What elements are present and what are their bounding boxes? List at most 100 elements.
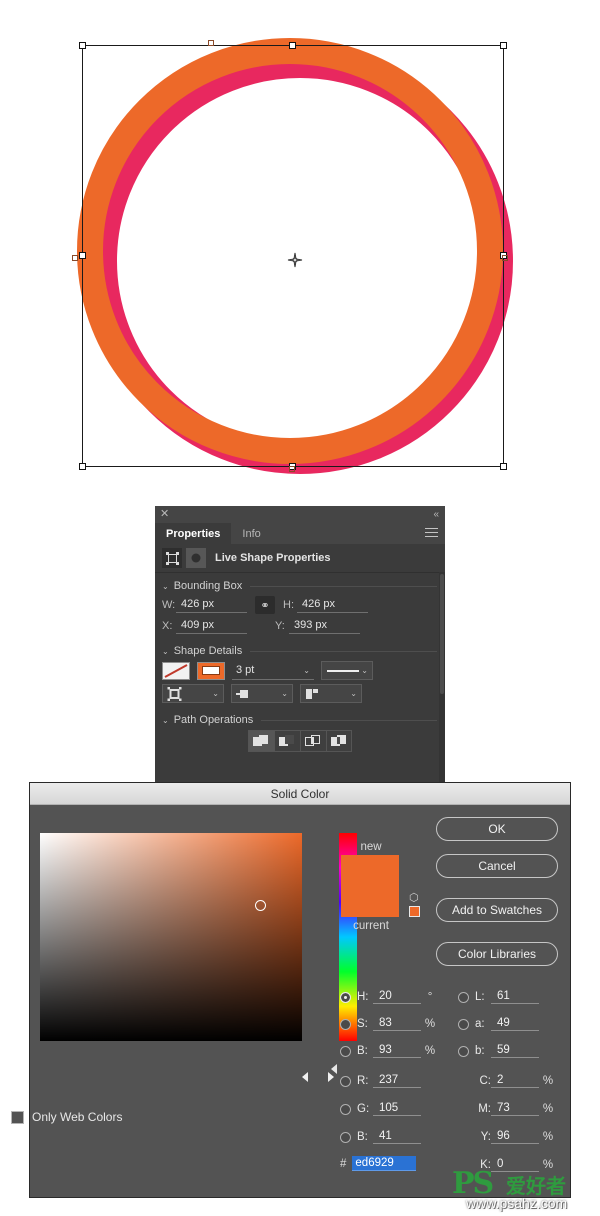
lab-l-field-row[interactable]: L: 61: [458, 988, 539, 1006]
subtract-front-shape-button[interactable]: [273, 730, 300, 752]
lab-l-radio[interactable]: [458, 991, 469, 1003]
chevron-down-icon: ⌄: [303, 665, 310, 675]
height-input[interactable]: 426 px: [297, 597, 368, 613]
color-field-cursor[interactable]: [255, 900, 266, 911]
tab-properties[interactable]: Properties: [155, 523, 232, 544]
green-radio[interactable]: [340, 1103, 351, 1115]
add-to-swatches-button[interactable]: Add to Swatches: [436, 898, 558, 922]
green-input[interactable]: 105: [373, 1102, 421, 1116]
hue-unit: °: [427, 991, 433, 1003]
path-operations-buttons: [162, 730, 437, 752]
stroke-corners-dropdown[interactable]: ⌄: [300, 684, 362, 703]
brightness-field-row[interactable]: B: 93 %: [340, 1042, 439, 1060]
yellow-field-row[interactable]: Y: 96 %: [475, 1128, 557, 1146]
hue-field-row[interactable]: H: 20 °: [340, 988, 439, 1006]
yellow-input[interactable]: 96: [491, 1130, 539, 1144]
combine-shapes-button[interactable]: [247, 730, 274, 752]
stroke-width-dropdown[interactable]: 3 pt ⌄: [232, 661, 314, 680]
web-safe-cube-icon[interactable]: ⬡: [409, 893, 423, 904]
close-icon[interactable]: ✕: [160, 507, 169, 522]
hue-radio[interactable]: [340, 991, 351, 1003]
hue-input[interactable]: 20: [373, 990, 421, 1004]
only-web-colors-checkbox[interactable]: [11, 1110, 24, 1124]
green-field-row[interactable]: G: 105: [340, 1100, 439, 1118]
color-libraries-button[interactable]: Color Libraries: [436, 942, 558, 966]
section-divider: [261, 719, 437, 721]
ok-button[interactable]: OK: [436, 817, 558, 841]
lab-b-radio[interactable]: [458, 1045, 469, 1057]
tab-info[interactable]: Info: [231, 523, 271, 544]
lab-l-input[interactable]: 61: [491, 990, 539, 1004]
fill-color-swatch[interactable]: [162, 661, 190, 680]
saturation-unit: %: [424, 1018, 436, 1030]
twirl-down-icon[interactable]: ⌄: [162, 716, 169, 725]
green-label: G:: [357, 1103, 370, 1115]
red-field-row[interactable]: R: 237: [340, 1072, 439, 1090]
width-height-row: W: 426 px ⚭ H: 426 px: [162, 596, 437, 614]
y-input[interactable]: 393 px: [289, 618, 360, 634]
shape-details-header[interactable]: ⌄ Shape Details: [162, 645, 437, 657]
link-dimensions-icon[interactable]: ⚭: [255, 596, 275, 614]
lab-a-field-row[interactable]: a: 49: [458, 1015, 539, 1033]
exclude-overlapping-shapes-button[interactable]: [325, 730, 352, 752]
properties-panel[interactable]: ✕ « Properties Info Live Shape Propertie…: [155, 506, 445, 786]
path-anchor-left[interactable]: [72, 255, 78, 261]
stroke-style-dropdown[interactable]: ⌄: [321, 661, 373, 680]
panel-scrollbar[interactable]: [439, 572, 445, 784]
hex-input[interactable]: ed6929: [352, 1156, 417, 1171]
document-canvas[interactable]: [0, 0, 600, 500]
lab-a-input[interactable]: 49: [491, 1017, 539, 1031]
path-operations-header[interactable]: ⌄ Path Operations: [162, 714, 437, 726]
red-radio[interactable]: [340, 1075, 351, 1087]
saturation-label: S:: [357, 1018, 368, 1030]
red-input[interactable]: 237: [373, 1074, 421, 1088]
only-web-colors-option[interactable]: Only Web Colors: [11, 1110, 122, 1124]
blue-input[interactable]: 41: [373, 1130, 421, 1144]
magenta-input[interactable]: 73: [491, 1102, 539, 1116]
handle-middle-left[interactable]: [79, 252, 86, 259]
path-anchor-right[interactable]: [502, 255, 508, 261]
x-input[interactable]: 409 px: [176, 618, 247, 634]
intersect-shape-areas-button[interactable]: [299, 730, 326, 752]
cancel-button[interactable]: Cancel: [436, 854, 558, 878]
new-color-swatch[interactable]: [341, 855, 399, 917]
saturation-brightness-field[interactable]: [40, 833, 302, 1041]
cyan-field-row[interactable]: C: 2 %: [475, 1072, 557, 1090]
twirl-down-icon[interactable]: ⌄: [162, 582, 169, 591]
bounding-box-header[interactable]: ⌄ Bounding Box: [162, 580, 437, 592]
shape-selection-icon: [162, 548, 182, 568]
handle-bottom-right[interactable]: [500, 463, 507, 470]
panel-tab-bar[interactable]: Properties Info: [155, 523, 445, 544]
handle-bottom-left[interactable]: [79, 463, 86, 470]
path-anchor-bottom[interactable]: [289, 466, 295, 472]
handle-top-right[interactable]: [500, 42, 507, 49]
stroke-align-dropdown[interactable]: ⌄: [162, 684, 224, 703]
panel-menu-icon[interactable]: [425, 528, 438, 539]
hex-field-row[interactable]: # ed6929: [340, 1156, 417, 1171]
scrollbar-thumb[interactable]: [440, 574, 444, 694]
blue-field-row[interactable]: B: 41: [340, 1128, 439, 1146]
saturation-field-row[interactable]: S: 83 %: [340, 1015, 439, 1033]
stroke-color-swatch[interactable]: [197, 661, 225, 680]
handle-top-left[interactable]: [79, 42, 86, 49]
saturation-input[interactable]: 83: [373, 1017, 421, 1031]
lab-b-input[interactable]: 59: [491, 1044, 539, 1058]
path-anchor-top[interactable]: [208, 40, 214, 46]
panel-header-title: Live Shape Properties: [215, 552, 331, 564]
width-input[interactable]: 426 px: [176, 597, 247, 613]
brightness-input[interactable]: 93: [373, 1044, 421, 1058]
hue-slider-marker-left[interactable]: [302, 1072, 308, 1082]
collapse-panel-icon[interactable]: «: [433, 507, 438, 522]
blue-radio[interactable]: [340, 1131, 351, 1143]
handle-top-center[interactable]: [289, 42, 296, 49]
magenta-field-row[interactable]: M: 73 %: [475, 1100, 557, 1118]
brightness-radio[interactable]: [340, 1045, 351, 1057]
lab-a-radio[interactable]: [458, 1018, 469, 1030]
web-safe-color-swatch[interactable]: [409, 906, 420, 917]
stroke-caps-dropdown[interactable]: ⌄: [231, 684, 293, 703]
stroke-options-row: ⌄ ⌄ ⌄: [162, 684, 437, 703]
cyan-input[interactable]: 2: [491, 1074, 539, 1088]
twirl-down-icon[interactable]: ⌄: [162, 647, 169, 656]
lab-b-field-row[interactable]: b: 59: [458, 1042, 539, 1060]
saturation-radio[interactable]: [340, 1018, 351, 1030]
